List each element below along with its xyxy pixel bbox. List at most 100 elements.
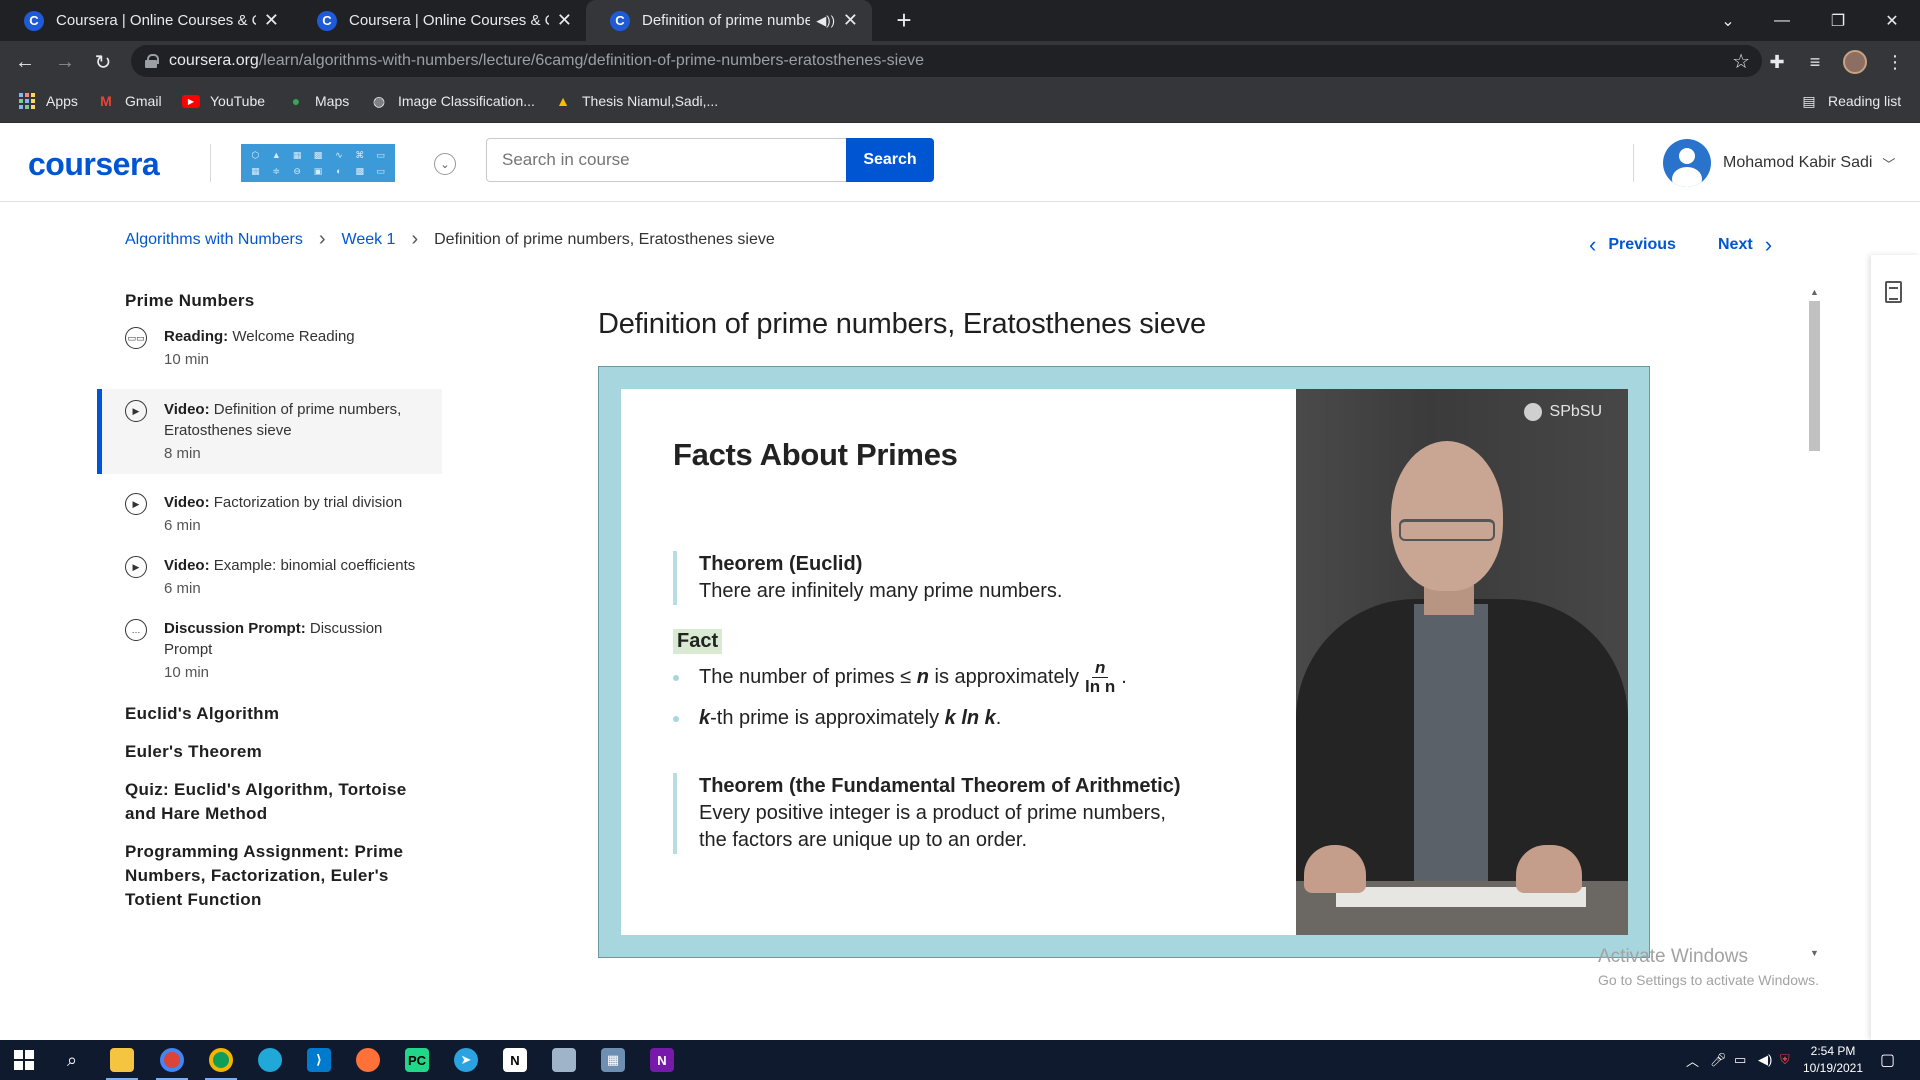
telegram-icon[interactable]: ➤ [442, 1040, 490, 1080]
play-icon: ▶ [125, 493, 147, 515]
calculator-icon[interactable]: ▦ [589, 1040, 637, 1080]
media-control-icon[interactable]: ≡ [1800, 47, 1830, 77]
fraction-denominator: ln n [1085, 677, 1116, 696]
url-host: coursera.org [169, 52, 259, 69]
chevron-down-icon: ﹀ [1882, 156, 1896, 172]
notes-icon[interactable] [1885, 281, 1902, 303]
tray-chevron-up-icon[interactable]: ︿ [1686, 1040, 1699, 1080]
notion-icon[interactable]: N [491, 1040, 539, 1080]
search-button[interactable]: Search [846, 138, 934, 182]
tab-search-icon[interactable]: ⌄ [1700, 0, 1756, 41]
previous-button[interactable]: ‹ Previous [1589, 232, 1676, 258]
tab-title: Coursera | Online Courses & Credentials … [349, 12, 549, 29]
speaker-icon[interactable]: ◀)) [816, 13, 835, 29]
module-link-euclid[interactable]: Euclid's Algorithm [97, 702, 442, 726]
firefox-icon[interactable] [344, 1040, 392, 1080]
chrome-menu-icon[interactable]: ⋮ [1880, 47, 1910, 77]
minimize-button[interactable]: — [1754, 0, 1810, 41]
extensions-icon[interactable]: ✚ [1762, 47, 1792, 77]
reading-list-button[interactable]: ▤ Reading list [1800, 81, 1901, 121]
bullet-dot [673, 715, 679, 722]
close-tab-icon[interactable]: ✕ [549, 10, 572, 31]
course-sidebar: Prime Numbers ▭▭ Reading: Welcome Readin… [97, 290, 442, 926]
profile-avatar[interactable] [1840, 47, 1870, 77]
bookmark-youtube[interactable]: ▶ YouTube [182, 81, 265, 121]
page-scrollbar[interactable]: ▲ ▼ [1806, 283, 1823, 961]
edge-icon[interactable] [246, 1040, 294, 1080]
watermark-title: Activate Windows [1598, 946, 1748, 967]
user-menu[interactable]: Mohamod Kabir Sadi ﹀ [1663, 138, 1895, 188]
search-input[interactable] [486, 138, 846, 182]
new-tab-button[interactable]: + [888, 4, 920, 36]
restore-button[interactable]: ❐ [1810, 0, 1866, 41]
module-link-euler[interactable]: Euler's Theorem [97, 740, 442, 764]
youtube-icon: ▶ [182, 92, 200, 110]
bookmark-label: Thesis Niamul,Sadi,... [582, 93, 719, 109]
bookmark-star-icon[interactable]: ☆ [1732, 49, 1750, 74]
network-icon[interactable]: ▭ [1734, 1040, 1746, 1080]
bullet-text: is approximately [934, 666, 1080, 688]
microphone-icon[interactable]: 🎤︎ [1710, 1040, 1727, 1080]
list-item-video[interactable]: ▶ Video: Example: binomial coefficients … [97, 555, 442, 599]
windows-activation-watermark: Activate Windows Go to Settings to activ… [1598, 946, 1819, 988]
close-tab-icon[interactable]: ✕ [835, 10, 858, 31]
reading-list-label: Reading list [1828, 93, 1902, 109]
list-item-welcome-reading[interactable]: ▭▭ Reading: Welcome Reading 10 min [97, 326, 442, 370]
brand-text: SPbSU [1549, 403, 1602, 420]
bookmark-apps[interactable]: Apps [18, 81, 78, 121]
header-divider [210, 144, 211, 182]
item-type: Video: [164, 401, 210, 418]
volume-icon[interactable]: ◀) [1758, 1040, 1772, 1080]
fraction-numerator: n [1091, 659, 1109, 678]
item-type: Video: [164, 494, 210, 511]
scroll-up-icon[interactable]: ▲ [1806, 283, 1823, 300]
google-drive-icon: ▲ [556, 93, 570, 109]
bullet-dot [673, 674, 679, 681]
reload-icon[interactable]: ↻ [88, 47, 118, 77]
back-icon[interactable]: ← [10, 47, 40, 77]
windows-start-icon[interactable] [0, 1040, 48, 1080]
breadcrumb-week[interactable]: Week 1 [342, 231, 396, 249]
module-link-programming-assignment[interactable]: Programming Assignment: Prime Numbers, F… [97, 840, 442, 912]
list-item-video[interactable]: ▶ Video: Factorization by trial division… [97, 492, 442, 536]
breadcrumb-course[interactable]: Algorithms with Numbers [125, 231, 303, 249]
notifications-icon[interactable]: ▢ [1880, 1040, 1895, 1080]
windows-taskbar: ⌕ ⟩ PC ➤ N ▦ N ︿ 🎤︎ ▭ ◀) ⛨ 2:54 PM 10/19… [0, 1040, 1920, 1080]
partner-logo[interactable]: ⬡ ▲ ▦ ▩ ∿ ⌘ ▭ ▦ ≑ ⊖ ▣ ◐ ▩ ▭ [241, 144, 395, 182]
chrome-profile-icon[interactable] [197, 1040, 245, 1080]
bookmark-gmail[interactable]: M Gmail [97, 81, 161, 121]
bookmark-image-classification[interactable]: ◍ Image Classification... [370, 81, 535, 121]
url-path: /learn/algorithms-with-numbers/lecture/6… [258, 52, 924, 69]
search-icon[interactable]: ⌕ [48, 1040, 96, 1080]
module-title[interactable]: Prime Numbers [97, 290, 442, 312]
bookmark-thesis[interactable]: ▲ Thesis Niamul,Sadi,... [554, 81, 718, 121]
bookmark-maps[interactable]: ● Maps [287, 81, 349, 121]
taskbar-clock[interactable]: 2:54 PM 10/19/2021 [1800, 1043, 1866, 1077]
bookmark-label: YouTube [210, 93, 266, 109]
scrollbar-thumb[interactable] [1809, 301, 1820, 451]
vscode-icon[interactable]: ⟩ [295, 1040, 343, 1080]
remote-desktop-icon[interactable] [540, 1040, 588, 1080]
close-tab-icon[interactable]: ✕ [256, 10, 279, 31]
onenote-icon[interactable]: N [638, 1040, 686, 1080]
next-button[interactable]: Next › [1718, 232, 1772, 258]
browser-tab-active[interactable]: C Definition of prime numbers, Eratosthe… [586, 0, 872, 41]
previous-label: Previous [1608, 236, 1676, 253]
chrome-icon[interactable] [148, 1040, 196, 1080]
list-item-discussion[interactable]: … Discussion Prompt: Discussion Prompt 1… [97, 618, 442, 683]
address-bar[interactable]: coursera.org /learn/algorithms-with-numb… [131, 45, 1762, 77]
security-icon[interactable]: ⛨ [1780, 1040, 1790, 1080]
chevron-down-icon[interactable]: ⌄ [434, 153, 456, 175]
reading-list-icon: ▤ [1802, 92, 1816, 109]
forward-icon[interactable]: → [50, 47, 80, 77]
file-explorer-icon[interactable] [98, 1040, 146, 1080]
close-window-button[interactable]: ✕ [1864, 0, 1920, 41]
browser-tab[interactable]: C Coursera | Online Courses & Credential… [293, 0, 586, 41]
coursera-logo[interactable]: coursera [28, 146, 160, 183]
list-item-active-video[interactable]: ▶ Video: Definition of prime numbers, Er… [97, 389, 442, 474]
pycharm-icon[interactable]: PC [393, 1040, 441, 1080]
browser-tab[interactable]: C Coursera | Online Courses & Credential… [0, 0, 293, 41]
watermark-subtitle: Go to Settings to activate Windows. [1598, 972, 1819, 988]
module-link-quiz[interactable]: Quiz: Euclid's Algorithm, Tortoise and H… [97, 778, 442, 826]
video-player[interactable]: Facts About Primes Theorem (Euclid) Ther… [598, 366, 1650, 958]
